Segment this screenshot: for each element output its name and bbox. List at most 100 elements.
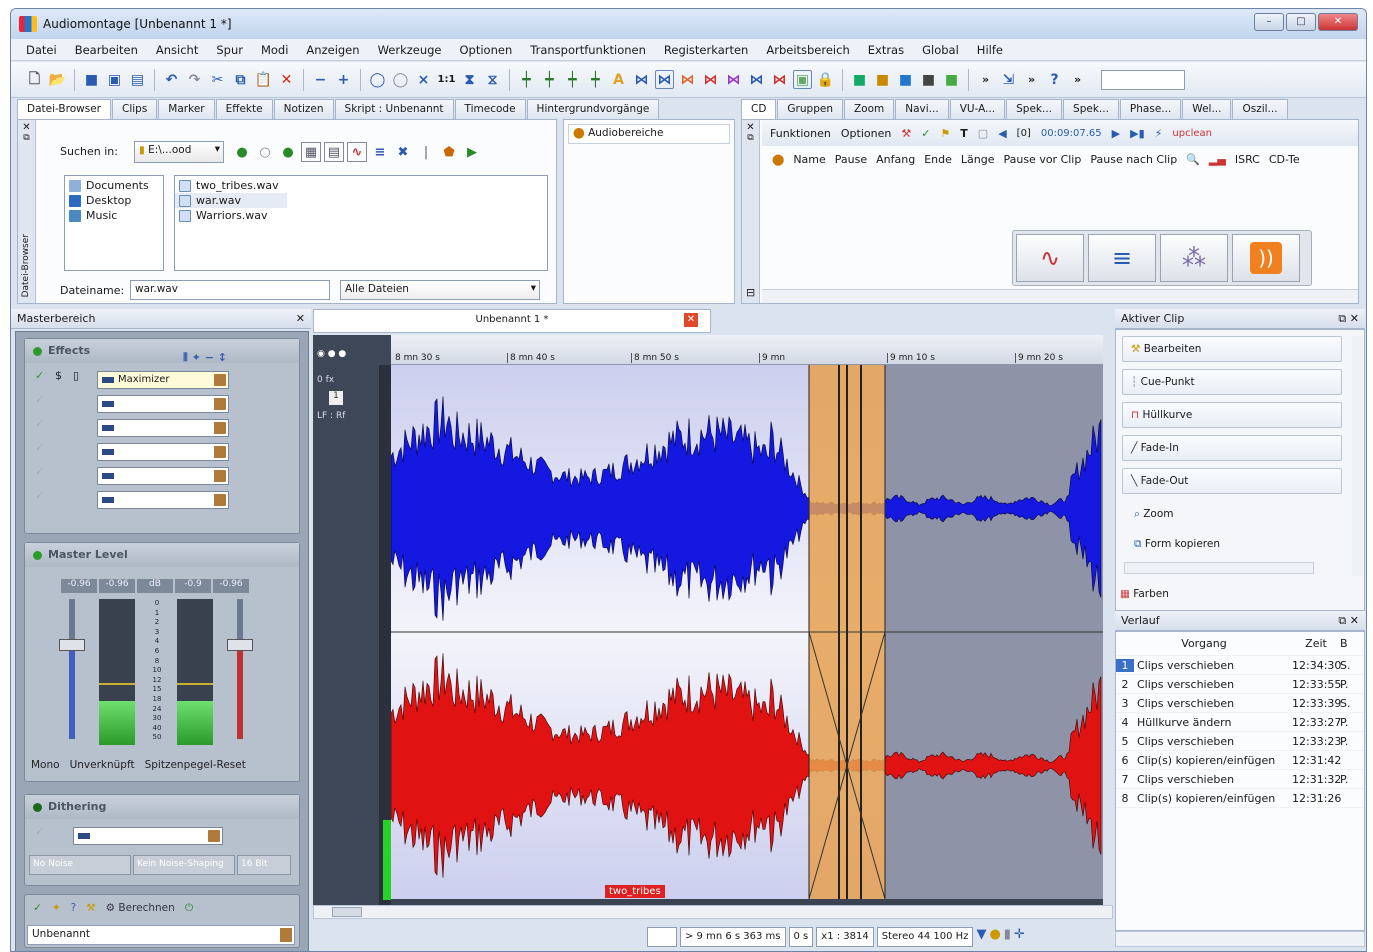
meter3-icon[interactable]: ■: [896, 70, 915, 89]
folder-item[interactable]: Desktop: [65, 193, 163, 208]
save-all-icon[interactable]: ▤: [128, 70, 147, 89]
menu-modi[interactable]: Modi: [252, 43, 297, 57]
power-icon[interactable]: [33, 550, 42, 560]
fade-out-button[interactable]: ╲ Fade-Out: [1122, 468, 1342, 494]
crossfade6-icon[interactable]: ⋈: [770, 70, 789, 89]
crossfade4-icon[interactable]: ⋈: [724, 70, 743, 89]
bits-dropdown[interactable]: 16 Bit: [237, 855, 291, 875]
clip-name-label[interactable]: two_tribes: [605, 885, 665, 898]
tab-notizen[interactable]: Notizen: [273, 99, 334, 119]
history-row[interactable]: 6 Clip(s) kopieren/einfügen 12:31:42: [1116, 751, 1364, 770]
mono-button[interactable]: Mono: [31, 759, 60, 771]
wrench-icon[interactable]: ⚒: [86, 902, 95, 914]
lock-icon[interactable]: 🔒: [816, 70, 835, 89]
dither-slot[interactable]: [73, 827, 223, 845]
shield-icon[interactable]: ⬟: [439, 142, 459, 162]
filter-icon[interactable]: ▼: [976, 927, 986, 947]
cd-scrollbar[interactable]: [762, 289, 1358, 303]
crossfade-icon[interactable]: ⋈: [655, 70, 674, 89]
minus-icon[interactable]: −: [311, 70, 330, 89]
close-button[interactable]: ✕: [1318, 13, 1358, 31]
settings-icon[interactable]: ✦: [52, 902, 61, 914]
copy-shape-link[interactable]: ⧉ Form kopieren: [1134, 538, 1220, 551]
tab-datei-browser[interactable]: Datei-Browser: [17, 99, 111, 119]
cross-icon[interactable]: ⋈: [632, 70, 651, 89]
column-header[interactable]: Pause: [835, 153, 867, 166]
lock-icon[interactable]: ▮: [1004, 927, 1011, 947]
link-button[interactable]: Unverknüpft: [70, 759, 135, 771]
history-row[interactable]: 5 Clips verschieben 12:33:23 P.: [1116, 732, 1364, 751]
close-tab-icon[interactable]: ✕: [684, 313, 698, 327]
split4-icon[interactable]: ┿: [586, 70, 605, 89]
montage-icon[interactable]: ≡: [370, 142, 390, 162]
menu-registerkarten[interactable]: Registerkarten: [655, 43, 757, 57]
folder-item[interactable]: Documents: [65, 178, 163, 193]
crosshair-icon[interactable]: ✛: [1014, 927, 1025, 947]
tab-spek2[interactable]: Spek...: [1063, 99, 1119, 119]
zoom-link[interactable]: ⌕ Zoom: [1134, 508, 1174, 521]
next-icon[interactable]: ▶▮: [1130, 127, 1145, 140]
options-menu[interactable]: Optionen: [841, 127, 891, 140]
folder-item[interactable]: Music: [65, 208, 163, 223]
new-icon[interactable]: 🗋: [25, 70, 44, 89]
menu-optionen[interactable]: Optionen: [451, 43, 522, 57]
cue-point-button[interactable]: ┆ Cue-Punkt: [1122, 369, 1342, 395]
tools-icon[interactable]: ⚒: [901, 127, 911, 140]
open-icon[interactable]: 📂: [48, 70, 67, 89]
menu-hilfe[interactable]: Hilfe: [968, 43, 1012, 57]
history-scrollbar[interactable]: [1115, 931, 1365, 947]
menu-bearbeiten[interactable]: Bearbeiten: [66, 43, 147, 57]
close-icon[interactable]: ✕: [296, 312, 305, 325]
tab-oszil[interactable]: Oszil...: [1232, 99, 1288, 119]
plus-icon[interactable]: +: [334, 70, 353, 89]
menu-extras[interactable]: Extras: [859, 43, 913, 57]
fade-in-button[interactable]: ╱ Fade-In: [1122, 435, 1342, 461]
help-icon[interactable]: ?: [71, 902, 77, 914]
peak-reset-button[interactable]: Spitzenpegel-Reset: [145, 759, 246, 771]
tab-zoom[interactable]: Zoom: [843, 99, 895, 119]
up-icon[interactable]: ●: [278, 142, 298, 162]
column-header[interactable]: Pause nach Clip: [1090, 153, 1177, 166]
text-icon[interactable]: T: [960, 127, 968, 140]
cut-icon[interactable]: ✂: [208, 70, 227, 89]
tab-skript[interactable]: Skript : Unbenannt: [334, 99, 454, 119]
hourglass2-icon[interactable]: ⧖: [483, 70, 502, 89]
montage-tab[interactable]: Unbenannt 1 * ✕: [313, 309, 711, 333]
preset-dropdown[interactable]: Unbenannt: [27, 925, 295, 945]
close-icon[interactable]: ⧉ ✕: [1338, 312, 1359, 326]
toolbar-dropdown[interactable]: [1101, 69, 1185, 90]
waveform-display[interactable]: [391, 365, 1103, 899]
tab-effekte[interactable]: Effekte: [215, 99, 273, 119]
left-fader[interactable]: [59, 639, 85, 651]
right-fader[interactable]: [227, 639, 253, 651]
file-item[interactable]: two_tribes.wav: [175, 178, 547, 193]
wave-icon[interactable]: ∿: [1016, 234, 1084, 282]
clip-scrollbar[interactable]: [1124, 562, 1314, 574]
search-icon[interactable]: 🔍: [1186, 153, 1200, 166]
tab-vu[interactable]: VU-A...: [949, 99, 1006, 119]
ratio-icon[interactable]: 1:1: [437, 70, 456, 89]
history-row[interactable]: 3 Clips verschieben 12:33:39 S.: [1116, 694, 1364, 713]
envelope-button[interactable]: ⊓ Hüllkurve: [1122, 402, 1342, 428]
marker-icon[interactable]: ⚑: [940, 127, 950, 140]
forward-icon[interactable]: ○: [255, 142, 275, 162]
level-icon[interactable]: A: [609, 70, 628, 89]
file-item[interactable]: war.wav: [175, 193, 287, 208]
tab-wel[interactable]: Wel...: [1182, 99, 1232, 119]
noise-shaping-dropdown[interactable]: Kein Noise-Shaping: [133, 855, 235, 875]
wave-view-icon[interactable]: ∿: [347, 142, 367, 162]
history-row[interactable]: 8 Clip(s) kopieren/einfügen 12:31:26: [1116, 789, 1364, 808]
column-header[interactable]: Länge: [961, 153, 995, 166]
menu-global[interactable]: Global: [913, 43, 968, 57]
effect-slot[interactable]: [97, 395, 229, 413]
file-item[interactable]: Warriors.wav: [175, 208, 547, 223]
noise-dropdown[interactable]: No Noise: [29, 855, 131, 875]
audio-regions-item[interactable]: ⬤ Audiobereiche: [568, 124, 730, 144]
history-row[interactable]: 1 Clips verschieben 12:34:30 S.: [1116, 656, 1364, 675]
colors-button[interactable]: ▦ Farben: [1120, 588, 1169, 600]
power-icon[interactable]: ⏻: [185, 902, 193, 915]
column-header[interactable]: Ende: [924, 153, 952, 166]
filename-input[interactable]: war.wav: [130, 280, 330, 300]
copy-icon[interactable]: ⧉: [231, 70, 250, 89]
tab-phase[interactable]: Phase...: [1119, 99, 1182, 119]
